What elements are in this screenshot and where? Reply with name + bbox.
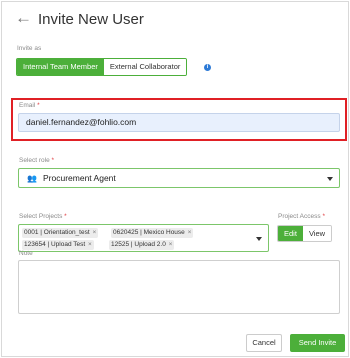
dialog-header: ← Invite New User bbox=[2, 2, 348, 36]
email-label: Email * bbox=[19, 102, 40, 109]
note-textarea[interactable] bbox=[18, 260, 340, 314]
access-toggle: Edit View bbox=[277, 225, 333, 242]
access-label: Project Access * bbox=[278, 213, 325, 220]
users-icon: 👥 bbox=[27, 174, 37, 183]
dialog-title: Invite New User bbox=[38, 11, 144, 28]
email-field[interactable]: daniel.fernandez@fohlio.com bbox=[18, 113, 340, 132]
cancel-button[interactable]: Cancel bbox=[246, 334, 282, 352]
invite-user-dialog: ← Invite New User Invite as Internal Tea… bbox=[1, 1, 349, 357]
remove-chip-icon[interactable]: × bbox=[92, 229, 96, 236]
back-arrow-icon[interactable]: ← bbox=[15, 9, 32, 27]
project-chip-label: 0620425 | Mexico House bbox=[113, 229, 185, 236]
project-chip-label: 123654 | Upload Test bbox=[24, 241, 86, 248]
caret-down-icon bbox=[327, 177, 333, 181]
role-value: Procurement Agent bbox=[43, 173, 116, 183]
edit-option[interactable]: Edit bbox=[278, 226, 303, 241]
note-label: Note bbox=[19, 250, 33, 257]
internal-team-member-option[interactable]: Internal Team Member bbox=[17, 59, 104, 75]
remove-chip-icon[interactable]: × bbox=[88, 241, 92, 248]
info-icon[interactable]: i bbox=[204, 64, 211, 71]
projects-label: Select Projects * bbox=[19, 213, 67, 220]
remove-chip-icon[interactable]: × bbox=[188, 229, 192, 236]
invite-as-toggle: Internal Team Member External Collaborat… bbox=[16, 58, 188, 76]
view-option[interactable]: View bbox=[302, 226, 332, 241]
project-chip: 12525 | Upload 2.0 × bbox=[109, 240, 175, 250]
project-chip: 123654 | Upload Test × bbox=[22, 240, 94, 250]
role-select[interactable]: 👥 Procurement Agent bbox=[18, 168, 340, 188]
project-chip: 0001 | Orientation_test × bbox=[22, 228, 99, 238]
external-collaborator-option[interactable]: External Collaborator bbox=[103, 59, 187, 75]
send-invite-button[interactable]: Send Invite bbox=[290, 334, 345, 352]
role-label: Select role * bbox=[19, 157, 55, 164]
projects-select[interactable]: 0001 | Orientation_test × 0620425 | Mexi… bbox=[18, 224, 269, 252]
caret-down-icon bbox=[256, 237, 262, 241]
project-chip-label: 12525 | Upload 2.0 bbox=[111, 241, 166, 248]
remove-chip-icon[interactable]: × bbox=[169, 241, 173, 248]
project-chip: 0620425 | Mexico House × bbox=[111, 228, 194, 238]
project-chip-label: 0001 | Orientation_test bbox=[24, 229, 90, 236]
invite-as-label: Invite as bbox=[17, 45, 42, 52]
